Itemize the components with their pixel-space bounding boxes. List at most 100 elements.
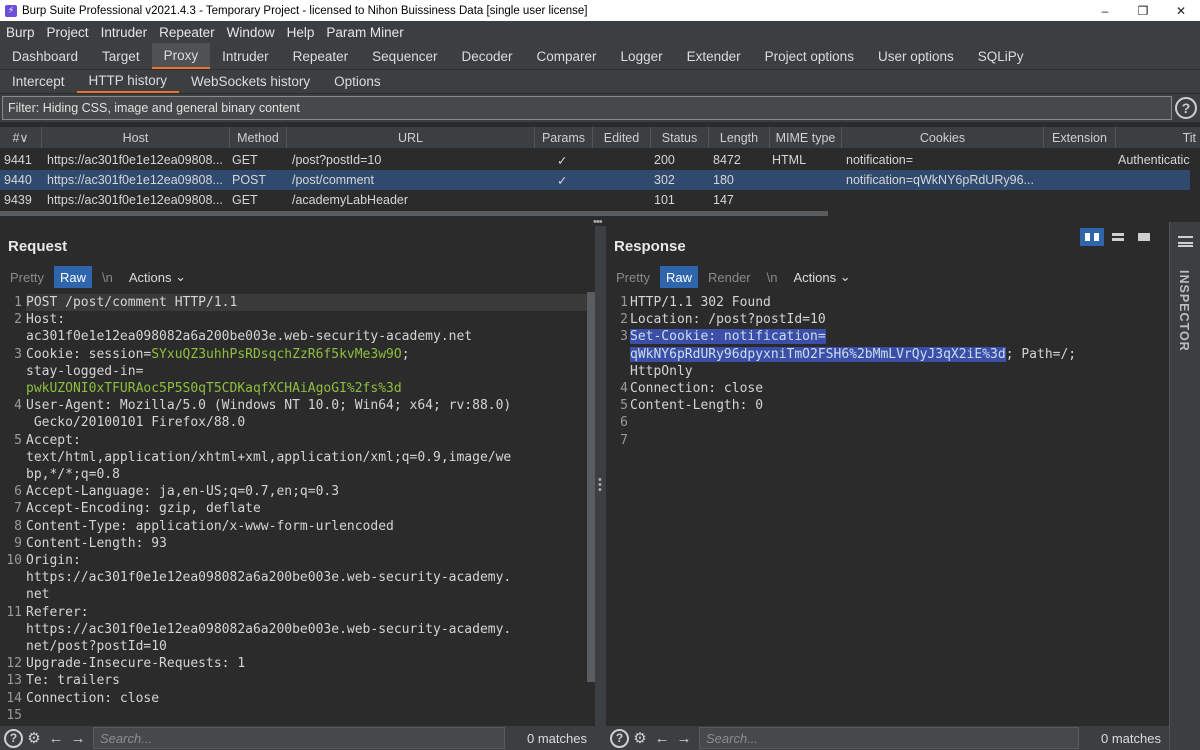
tab-sqlipy[interactable]: SQLiPy — [966, 43, 1036, 69]
request-newline-toggle[interactable]: \n — [96, 266, 119, 288]
tab-extender[interactable]: Extender — [675, 43, 753, 69]
table-row[interactable]: 9440 https://ac301f0e1e12ea09808... POST… — [0, 170, 1190, 190]
tab-project-options[interactable]: Project options — [753, 43, 866, 69]
tab-http-history[interactable]: HTTP history — [76, 70, 180, 93]
row-mime: HTML — [772, 153, 807, 167]
actions-label: Actions — [128, 269, 172, 285]
response-raw-tab[interactable]: Raw — [659, 266, 698, 288]
proxy-sub-tabs: Intercept HTTP history WebSockets histor… — [0, 69, 1200, 93]
menu-window[interactable]: Window — [227, 25, 275, 40]
tab-options[interactable]: Options — [322, 70, 393, 93]
column-extension[interactable]: Extension — [1044, 127, 1116, 148]
row-title: Authenticatic — [1118, 153, 1190, 167]
menu-param-miner[interactable]: Param Miner — [326, 25, 403, 40]
tab-target[interactable]: Target — [90, 43, 152, 69]
request-title: Request — [8, 238, 68, 255]
column-cookies[interactable]: Cookies — [842, 127, 1044, 148]
row-params: ✓ — [557, 173, 568, 188]
response-panel: Response Pretty Raw Render \n Actions ⌄ … — [606, 226, 1169, 750]
arrow-left-icon[interactable]: ← — [651, 727, 673, 749]
response-pretty-tab[interactable]: Pretty — [610, 266, 656, 288]
response-line-numbers: 123 4567 — [620, 295, 628, 448]
horizontal-scrollbar[interactable] — [0, 211, 828, 216]
row-length: 180 — [713, 173, 734, 187]
response-newline-toggle[interactable]: \n — [761, 266, 784, 288]
column-method[interactable]: Method — [230, 127, 287, 148]
help-icon[interactable]: ? — [610, 728, 629, 748]
row-host: https://ac301f0e1e12ea09808... — [47, 193, 223, 207]
tab-sequencer[interactable]: Sequencer — [360, 43, 449, 69]
menu-burp[interactable]: Burp — [6, 25, 35, 40]
arrow-right-icon[interactable]: → — [67, 727, 89, 749]
tab-intruder[interactable]: Intruder — [210, 43, 281, 69]
close-button[interactable]: ✕ — [1162, 0, 1200, 21]
request-editor[interactable]: 12 3 4 5 6789 10 11 12 13 14 15 POST /post/… — [0, 292, 595, 726]
menu-intruder[interactable]: Intruder — [101, 25, 148, 40]
request-line-numbers: 12 3 4 5 6789 10 11 12 13 14 15 — [6, 295, 22, 723]
menu-help[interactable]: Help — [287, 25, 315, 40]
maximize-button[interactable]: ❐ — [1124, 0, 1162, 21]
tab-dashboard[interactable]: Dashboard — [0, 43, 90, 69]
row-status: 101 — [654, 193, 675, 207]
help-icon[interactable]: ? — [1175, 97, 1197, 119]
layout-single-icon[interactable] — [1132, 228, 1156, 246]
tab-repeater[interactable]: Repeater — [281, 43, 361, 69]
column-number[interactable]: # ∨ — [0, 127, 42, 148]
tab-proxy[interactable]: Proxy — [151, 43, 211, 69]
arrow-left-icon[interactable]: ← — [45, 727, 67, 749]
settings-gear-icon[interactable]: ⚙ — [23, 727, 45, 749]
tab-logger[interactable]: Logger — [609, 43, 675, 69]
menu-project[interactable]: Project — [47, 25, 89, 40]
tab-user-options[interactable]: User options — [866, 43, 966, 69]
filter-bar: Filter: Hiding CSS, image and general bi… — [0, 94, 1200, 122]
request-search-input[interactable]: Search... — [93, 727, 505, 749]
tab-websockets-history[interactable]: WebSockets history — [179, 70, 322, 93]
response-search-bar: ? ⚙ ← → Search... 0 matches — [606, 726, 1169, 750]
tab-comparer[interactable]: Comparer — [525, 43, 609, 69]
response-editor[interactable]: 123 4567 HTTP/1.1 302 Found Location: /p… — [606, 292, 1169, 726]
layout-side-by-side-icon[interactable] — [1080, 228, 1104, 246]
column-edited[interactable]: Edited — [593, 127, 651, 148]
response-actions-menu[interactable]: Actions ⌄ — [787, 266, 856, 288]
menu-repeater[interactable]: Repeater — [159, 25, 215, 40]
inspector-sidebar[interactable]: INSPECTOR — [1169, 222, 1200, 750]
column-params[interactable]: Params — [535, 127, 593, 148]
table-header: # ∨ Host Method URL Params Edited Status… — [0, 127, 1200, 148]
response-matches-count: 0 matches — [1101, 730, 1161, 746]
settings-gear-icon[interactable]: ⚙ — [629, 727, 651, 749]
sort-icon: ∨ — [19, 131, 29, 145]
column-mime-type[interactable]: MIME type — [770, 127, 842, 148]
inspector-label[interactable]: INSPECTOR — [1177, 270, 1191, 352]
row-status: 200 — [654, 153, 675, 167]
table-row[interactable]: 9439 https://ac301f0e1e12ea09808... GET … — [0, 190, 1200, 210]
row-url: /post/comment — [292, 173, 374, 187]
tab-decoder[interactable]: Decoder — [449, 43, 524, 69]
arrow-right-icon[interactable]: → — [673, 727, 695, 749]
request-raw-tab[interactable]: Raw — [53, 266, 92, 288]
request-pretty-tab[interactable]: Pretty — [4, 266, 50, 288]
title-bar: ⚡ Burp Suite Professional v2021.4.3 - Te… — [0, 0, 1200, 21]
actions-label: Actions — [793, 269, 837, 285]
column-length[interactable]: Length — [709, 127, 770, 148]
response-search-input[interactable]: Search... — [699, 727, 1079, 749]
column-url[interactable]: URL — [287, 127, 535, 148]
row-number: 9439 — [4, 193, 32, 207]
tab-intercept[interactable]: Intercept — [0, 70, 77, 93]
table-row[interactable]: 9441 https://ac301f0e1e12ea09808... GET … — [0, 150, 1200, 170]
minimize-button[interactable]: – — [1086, 0, 1124, 21]
row-method: GET — [232, 153, 258, 167]
response-render-tab[interactable]: Render — [702, 266, 757, 288]
help-icon[interactable]: ? — [4, 728, 23, 748]
layout-stacked-icon[interactable] — [1106, 228, 1130, 246]
column-status[interactable]: Status — [651, 127, 709, 148]
column-title[interactable]: Tit — [1116, 127, 1200, 148]
hamburger-menu-icon[interactable] — [1178, 236, 1193, 247]
response-title: Response — [614, 238, 686, 255]
column-host[interactable]: Host — [42, 127, 230, 148]
filter-settings[interactable]: Filter: Hiding CSS, image and general bi… — [2, 96, 1172, 120]
vertical-splitter-handle[interactable]: • • • — [598, 475, 602, 496]
request-actions-menu[interactable]: Actions ⌄ — [123, 266, 192, 288]
response-code: HTTP/1.1 302 Found Location: /post?postI… — [630, 295, 1077, 414]
row-params: ✓ — [557, 153, 568, 168]
request-vertical-scrollbar[interactable] — [587, 292, 595, 682]
